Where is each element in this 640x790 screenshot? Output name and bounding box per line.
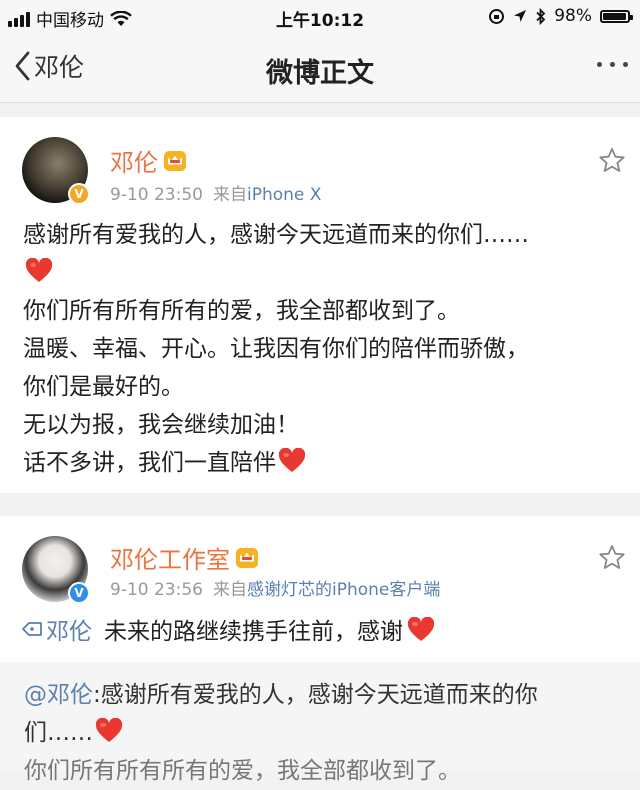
back-button[interactable]: 邓伦 bbox=[14, 48, 84, 84]
heart-icon bbox=[95, 718, 123, 742]
post-line: 你们所有所有所有的爱，我全部都收到了。 bbox=[23, 298, 460, 324]
repost-source[interactable]: 感谢灯芯的iPhone客户端 bbox=[247, 580, 440, 600]
post-line: 温暖、幸福、开心。让我因有你们的陪伴而骄傲， bbox=[23, 336, 529, 362]
chevron-left-icon bbox=[15, 51, 30, 81]
source-prefix: 来自 bbox=[212, 580, 247, 600]
post-line: 你们是最好的。 bbox=[23, 374, 184, 400]
favorite-star-icon[interactable] bbox=[598, 544, 626, 571]
post-card: V 邓伦 9-10 23:50 来自iPhone X 感谢所有爱我的人，感谢今天远… bbox=[0, 117, 640, 493]
crown-icon bbox=[164, 150, 186, 171]
source-prefix: 来自 bbox=[212, 185, 247, 205]
repost-time: 9-10 23:56 bbox=[110, 580, 203, 600]
post-line-with-heart: 话不多讲，我们一直陪伴 bbox=[23, 444, 626, 482]
back-label: 邓伦 bbox=[34, 53, 85, 82]
heart-emoji-line bbox=[23, 254, 626, 292]
repost-author[interactable]: 邓伦工作室 bbox=[110, 540, 258, 575]
quoted-author-link[interactable]: @邓伦 bbox=[24, 682, 93, 708]
quoted-post[interactable]: @邓伦:感谢所有爱我的人，感谢今天远道而来的你 们…… 你们所有所有所有的爱，我… bbox=[0, 662, 640, 784]
post-author[interactable]: 邓伦 bbox=[110, 143, 186, 178]
post-line: 感谢所有爱我的人，感谢今天远道而来的你们…… bbox=[23, 222, 529, 248]
post-source[interactable]: iPhone X bbox=[247, 185, 321, 205]
mention-link[interactable]: 邓伦 bbox=[22, 612, 92, 646]
page-title: 微博正文 bbox=[266, 58, 374, 89]
more-button[interactable] bbox=[597, 62, 628, 67]
status-bar: 中国移动 上午10:12 98% bbox=[0, 0, 640, 34]
user-tag-icon bbox=[22, 622, 42, 636]
repost-body: 邓伦 未来的路继续携手往前，感谢 bbox=[22, 612, 435, 646]
verified-badge-icon: V bbox=[68, 582, 90, 604]
bluetooth-icon bbox=[536, 7, 546, 25]
quoted-line: 你们所有所有所有的爱，我全部都收到了。 bbox=[24, 758, 461, 784]
post-body: 感谢所有爱我的人，感谢今天远道而来的你们…… 你们所有所有所有的爱，我全部都收到… bbox=[23, 216, 626, 482]
avatar[interactable]: V bbox=[22, 137, 90, 205]
quoted-line: @邓伦:感谢所有爱我的人，感谢今天远道而来的你 bbox=[24, 682, 538, 708]
post-time: 9-10 23:50 bbox=[110, 185, 203, 205]
battery-percent: 98% bbox=[554, 6, 592, 26]
favorite-star-icon[interactable] bbox=[598, 147, 626, 174]
battery-icon bbox=[600, 9, 633, 23]
post-meta: 9-10 23:50 来自iPhone X bbox=[110, 180, 321, 205]
post-line: 无以为报，我会继续加油！ bbox=[23, 412, 299, 438]
repost-meta: 9-10 23:56 来自感谢灯芯的iPhone客户端 bbox=[110, 575, 440, 600]
more-dots-icon bbox=[597, 62, 602, 67]
repost-text: 未来的路继续携手往前，感谢 bbox=[104, 619, 403, 645]
heart-icon bbox=[25, 258, 53, 282]
quoted-line: 们…… bbox=[24, 714, 624, 752]
avatar[interactable]: V bbox=[22, 536, 90, 604]
repost-card: V 邓伦工作室 9-10 23:56 来自感谢灯芯的iPhone客户端 邓伦 未来… bbox=[0, 516, 640, 784]
nav-bar: 邓伦 微博正文 bbox=[0, 34, 640, 103]
heart-icon bbox=[407, 616, 435, 641]
heart-icon bbox=[278, 448, 306, 472]
verified-badge-icon: V bbox=[68, 183, 90, 205]
location-icon bbox=[514, 9, 527, 22]
rotation-lock-icon bbox=[489, 8, 505, 24]
crown-icon bbox=[236, 547, 258, 568]
